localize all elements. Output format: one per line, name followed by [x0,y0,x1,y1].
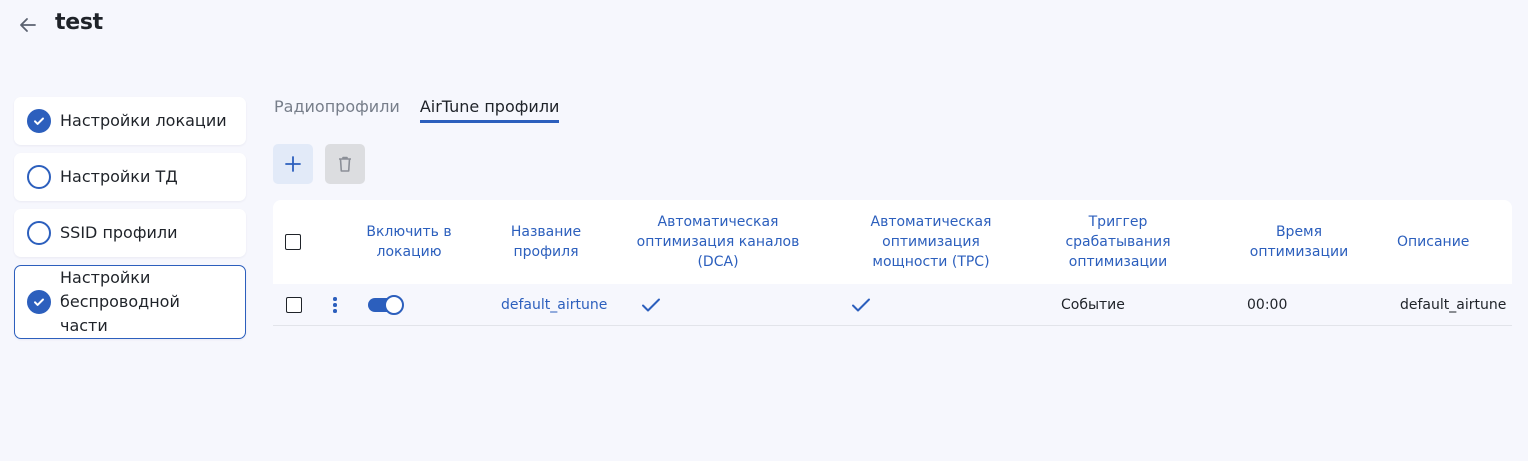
empty-circle-icon [27,165,51,189]
step-ssid-profiles[interactable]: SSID профили [14,209,246,257]
column-header-trigger[interactable]: Триггер срабатывания оптимизации [1045,200,1191,284]
profile-name-link[interactable]: default_airtune [501,284,607,326]
step-location-settings[interactable]: Настройки локации [14,97,246,145]
column-header-dca[interactable]: Автоматическая оптимизация каналов (DCA) [635,200,801,284]
column-header-time[interactable]: Время оптимизации [1237,200,1361,284]
airtune-profiles-table: Включить в локацию Название профиля Авто… [273,200,1512,326]
row-menu-cell [333,284,337,326]
description-value: default_airtune [1400,297,1507,313]
step-label: Настройки ТД [60,167,178,186]
back-button[interactable] [16,13,40,37]
column-header-enabled[interactable]: Включить в локацию [357,200,461,284]
steps-sidebar: Настройки локации Настройки ТД SSID проф… [14,97,246,347]
plus-icon [285,156,301,172]
column-header-description[interactable]: Описание [1397,200,1469,284]
arrow-left-icon [20,18,36,32]
time-value: 00:00 [1247,297,1288,313]
step-ap-settings[interactable]: Настройки ТД [14,153,246,201]
tpc-check-icon [851,284,871,326]
tab-airtune-profiles[interactable]: AirTune профили [419,97,560,123]
enable-toggle[interactable] [368,295,404,315]
row-select-cell [286,284,302,326]
select-all-cell [285,200,301,284]
delete-button[interactable] [325,144,365,184]
check-circle-icon [27,109,51,133]
row-checkbox[interactable] [286,297,302,313]
table-row[interactable]: default_airtune Событие 00:00 default_ai… [273,284,1512,326]
tab-radio-profiles[interactable]: Радиопрофили [274,97,400,123]
step-wireless-settings[interactable]: Настройки беспроводной части [14,265,246,339]
table-header: Включить в локацию Название профиля Авто… [273,200,1512,284]
profile-tabs: Радиопрофили AirTune профили [274,97,579,123]
kebab-menu-icon[interactable] [333,296,337,314]
page-title: test [55,10,103,35]
step-label: Настройки беспроводной части [60,268,180,335]
dca-check-icon [641,284,661,326]
empty-circle-icon [27,221,51,245]
select-all-checkbox[interactable] [285,234,301,250]
add-button[interactable] [273,144,313,184]
column-header-tpc[interactable]: Автоматическая оптимизация мощности (TPC… [859,200,1003,284]
step-label: Настройки локации [60,111,227,130]
check-circle-icon [27,290,51,314]
trigger-value: Событие [1061,297,1125,313]
column-header-name[interactable]: Название профиля [495,200,597,284]
trash-icon [339,156,351,172]
step-label: SSID профили [60,223,178,242]
row-toggle-cell [368,284,404,326]
